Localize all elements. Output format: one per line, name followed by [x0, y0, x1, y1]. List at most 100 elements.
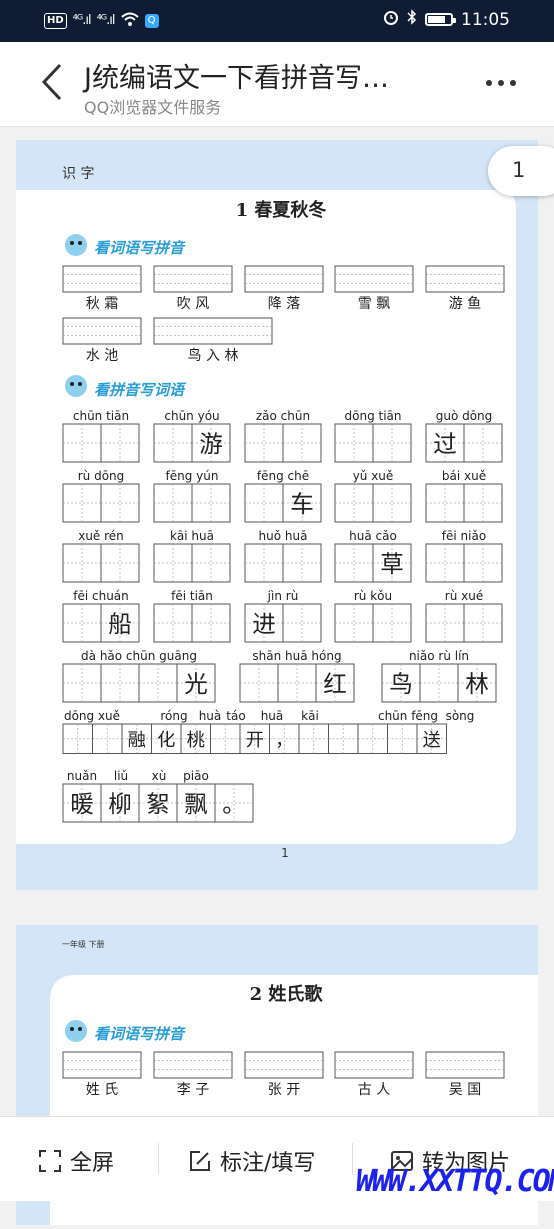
status-left: HD ⁴ᴳ.ıl ⁴ᴳ.ıl Q: [44, 12, 159, 29]
filled-character: 开: [246, 730, 264, 751]
pinyin-prompt: dōng xuě: [64, 709, 120, 723]
pinyin-answer-box: [244, 265, 324, 293]
word-label: 张 开: [268, 1082, 300, 1098]
word-label: 鸟 入 林: [188, 348, 239, 364]
pinyin-answer-box: [62, 317, 142, 345]
word-label: 降 落: [268, 296, 300, 312]
filled-character: 暖: [70, 790, 94, 818]
pinyin-prompt: yǔ xuě: [353, 469, 394, 483]
filled-character: 桃: [187, 730, 205, 751]
filled-character: 过: [433, 430, 457, 458]
status-bar: HD ⁴ᴳ.ıl ⁴ᴳ.ıl Q 11:05: [0, 0, 554, 42]
word-label: 吴 国: [449, 1082, 481, 1098]
heading-words-to-pinyin-2: 看词语写拼音: [94, 1025, 186, 1043]
pinyin-prompt: xuě rén: [78, 529, 124, 543]
panda-icon: [65, 375, 87, 397]
page-indicator-number: 1: [512, 158, 526, 182]
pinyin-answer-box: [62, 1051, 142, 1079]
pinyin-prompt: zǎo chūn: [256, 409, 310, 423]
pinyin-prompt: fēi tiān: [171, 589, 213, 603]
status-time: 11:05: [461, 9, 510, 30]
pinyin-prompt: rù xué: [445, 589, 483, 603]
fullscreen-button[interactable]: 全屏: [38, 1145, 114, 1177]
pinyin-answer-box: [334, 1051, 414, 1079]
filled-character: 林: [465, 670, 489, 698]
pinyin-prompt: táo: [226, 709, 245, 723]
hd-icon: HD: [44, 12, 67, 29]
pinyin-prompt: huǒ huā: [259, 529, 308, 543]
dot: [486, 80, 492, 86]
filled-character: 化: [157, 730, 175, 751]
pinyin-prompt: chūn tiān: [73, 409, 129, 423]
filled-character: 柳: [108, 790, 132, 818]
pinyin-prompt: huā cǎo: [349, 529, 397, 543]
filled-character: 红: [323, 670, 347, 698]
word-label: 古 人: [358, 1082, 390, 1098]
page-number: 1: [281, 846, 289, 860]
filled-character: 草: [380, 550, 404, 578]
pinyin-answer-box: [425, 1051, 505, 1079]
pinyin-answer-box: [153, 317, 273, 345]
pinyin-answer-box: [334, 265, 414, 293]
qq-browser-notification-icon: Q: [144, 13, 159, 28]
pinyin-prompt: liǔ: [114, 769, 128, 783]
grade-label: 一年级 下册: [62, 939, 105, 949]
section-label: 识 字: [62, 166, 94, 182]
word-label: 雪 飘: [358, 296, 390, 312]
filled-character: 游: [199, 430, 223, 458]
dot: [498, 80, 504, 86]
filled-character: ，: [275, 730, 293, 751]
dot: [510, 80, 516, 86]
battery-icon: [425, 13, 456, 26]
document-source: QQ浏览器文件服务: [84, 98, 222, 117]
pinyin-prompt: chūn fēng: [378, 709, 438, 723]
pinyin-prompt: fēi chuán: [73, 589, 129, 603]
more-options-button[interactable]: [486, 80, 516, 86]
pinyin-prompt: dà hǎo chūn guāng: [81, 649, 197, 663]
watermark: WWW.XXTTQ.COM: [356, 1164, 554, 1199]
filled-character: 鸟: [389, 670, 413, 698]
divider: [352, 1143, 353, 1175]
pinyin-prompt: kāi huā: [170, 529, 214, 543]
pinyin-prompt: fēng yún: [166, 469, 219, 483]
filled-character: 光: [184, 670, 208, 698]
annotate-button[interactable]: 标注/填写: [188, 1145, 315, 1177]
filled-character: 。: [222, 790, 246, 818]
pinyin-prompt: niǎo rù lín: [409, 649, 469, 663]
word-label: 游 鱼: [449, 295, 481, 312]
word-label: 姓 氏: [86, 1082, 118, 1098]
filled-character: 飘: [184, 790, 208, 818]
word-label: 李 子: [177, 1082, 209, 1098]
panda-icon: [65, 234, 87, 256]
pinyin-prompt: sòng: [446, 709, 475, 723]
pinyin-prompt: jìn rù: [267, 589, 299, 603]
pinyin-answer-box: [153, 1051, 233, 1079]
filled-character: 送: [423, 730, 441, 751]
filled-character: 絮: [146, 790, 170, 818]
bluetooth-icon: [407, 9, 417, 30]
pinyin-prompt: shān huā hóng: [252, 649, 341, 663]
pinyin-prompt: piāo: [183, 769, 209, 783]
pinyin-prompt: fēi niǎo: [442, 529, 486, 543]
word-label: 水 池: [86, 348, 118, 364]
edit-icon: [190, 1151, 210, 1171]
heading-words-to-pinyin: 看词语写拼音: [94, 239, 186, 257]
pinyin-prompt: dōng tiān: [345, 409, 402, 423]
wifi-icon: [120, 12, 139, 29]
pinyin-answer-box: [153, 265, 233, 293]
pinyin-prompt: nuǎn: [67, 769, 97, 783]
signal-icon-2: ⁴ᴳ.ıl: [96, 13, 116, 28]
signal-icon-1: ⁴ᴳ.ıl: [72, 13, 92, 28]
filled-character: 船: [108, 610, 132, 638]
pinyin-prompt: rù dōng: [78, 469, 125, 483]
pinyin-prompt: huā: [261, 709, 284, 723]
pinyin-prompt: kāi: [301, 709, 319, 723]
app-header: J统编语文一下看拼音写… QQ浏览器文件服务: [0, 42, 554, 127]
fullscreen-label: 全屏: [70, 1151, 115, 1176]
back-button[interactable]: [38, 62, 68, 102]
pinyin-answer-box: [62, 265, 142, 293]
page-indicator: 1: [488, 146, 554, 196]
filled-character: 进: [252, 610, 276, 638]
fullscreen-icon: [39, 1150, 61, 1172]
pinyin-prompt: chūn yóu: [164, 409, 219, 423]
